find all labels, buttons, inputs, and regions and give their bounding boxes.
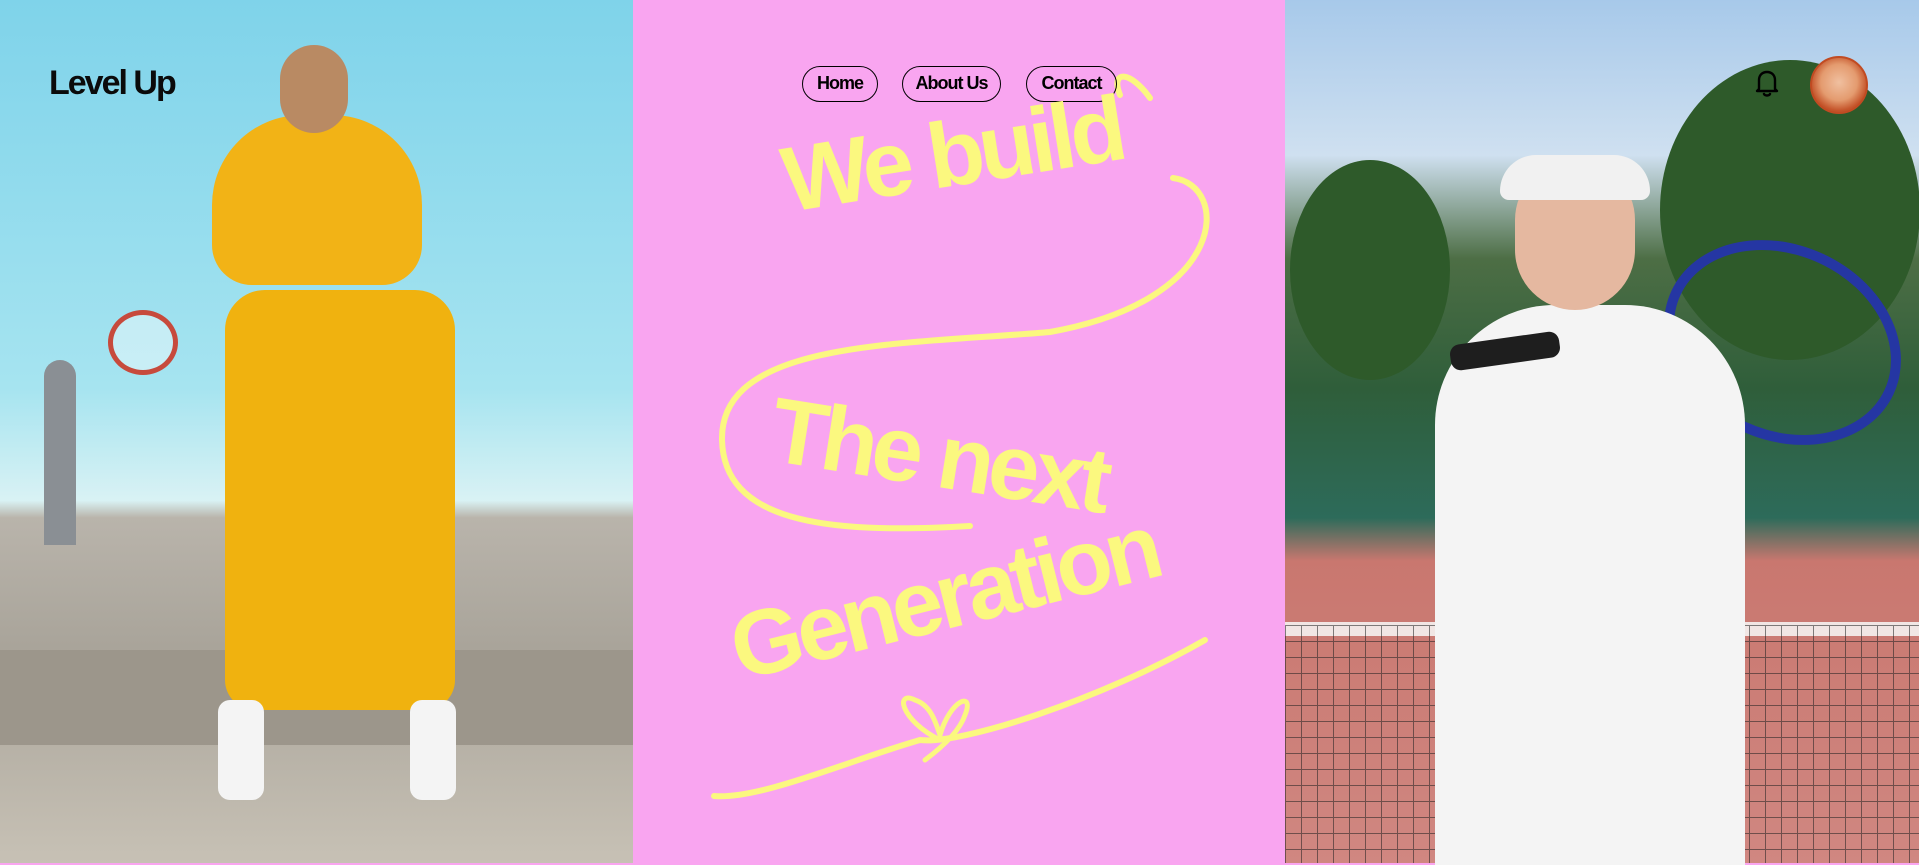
left-photo-panel [0, 0, 633, 863]
basketball-pole [44, 360, 76, 545]
user-avatar[interactable] [1810, 56, 1868, 114]
nav-home[interactable]: Home [802, 66, 878, 102]
bell-icon[interactable] [1750, 65, 1784, 99]
brand-logo[interactable]: Level Up [49, 64, 177, 103]
basketball-hoop [108, 310, 178, 375]
tree [1290, 160, 1450, 380]
